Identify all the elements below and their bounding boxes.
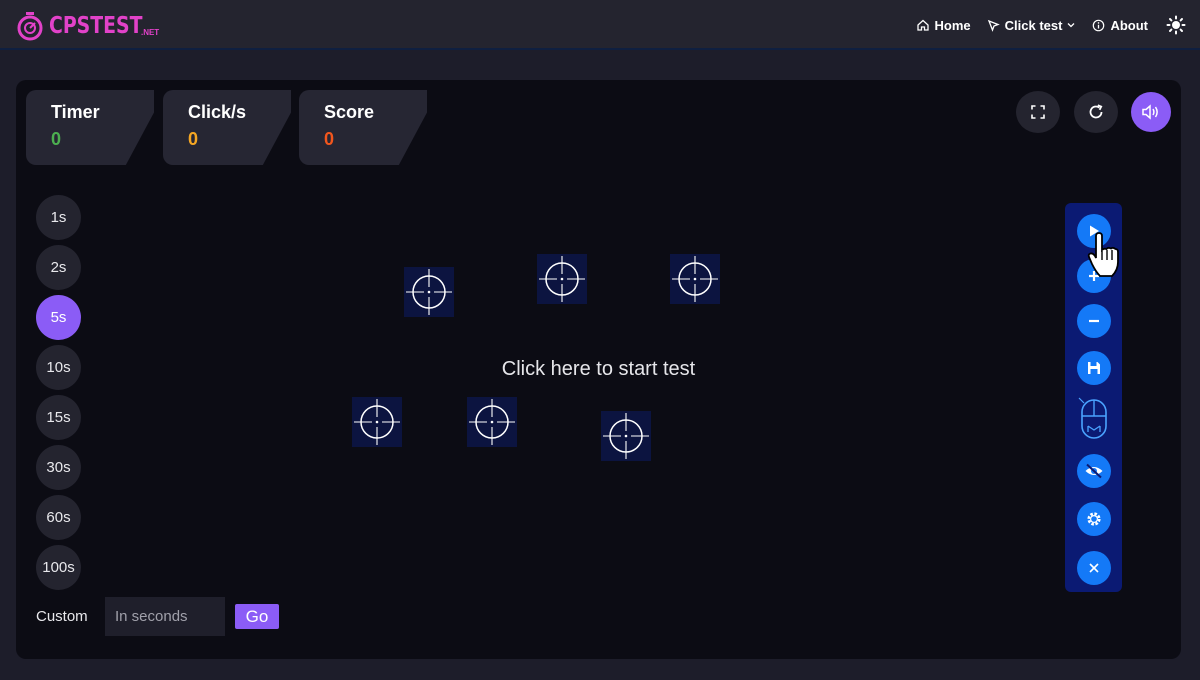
- nav-home[interactable]: Home: [916, 18, 971, 33]
- crosshair-icon: [354, 399, 400, 445]
- crosshair-icon: [469, 399, 515, 445]
- duration-2s-button[interactable]: 2s: [36, 245, 81, 290]
- nav-home-label: Home: [934, 17, 971, 33]
- mouse-icon[interactable]: [1078, 396, 1110, 442]
- restart-button[interactable]: [1074, 91, 1118, 133]
- nav-click-test-label: Click test: [1004, 17, 1063, 33]
- nav-about-label: About: [1110, 17, 1148, 33]
- cps-label: Click/s: [188, 102, 247, 122]
- chevron-down-icon: [1067, 23, 1075, 28]
- crosshair-icon: [406, 269, 452, 315]
- toggle-visibility-button[interactable]: [1077, 454, 1111, 488]
- plus-icon: [1089, 271, 1099, 281]
- duration-15s-button[interactable]: 15s: [36, 395, 81, 440]
- timer-label: Timer: [51, 102, 100, 122]
- duration-10s-button[interactable]: 10s: [36, 345, 81, 390]
- fullscreen-button[interactable]: [1016, 91, 1060, 133]
- custom-seconds-input[interactable]: [105, 597, 225, 636]
- crosshair-target[interactable]: [352, 397, 402, 447]
- crosshair-target[interactable]: [467, 397, 517, 447]
- save-icon: [1088, 362, 1100, 374]
- settings-gear-icon: [1087, 512, 1101, 526]
- close-button[interactable]: [1077, 551, 1111, 585]
- speaker-icon: [1142, 104, 1158, 120]
- cps-stat: Click/s 0: [163, 90, 291, 165]
- score-label: Score: [324, 102, 375, 122]
- navbar: CPSTEST .NET Home Click test About: [0, 0, 1200, 50]
- crosshair-icon: [539, 256, 585, 302]
- theme-toggle-button[interactable]: [1166, 15, 1186, 35]
- home-icon: [916, 19, 929, 31]
- timer-stat: Timer 0: [26, 90, 154, 165]
- remove-button[interactable]: [1077, 304, 1111, 338]
- minus-icon: [1089, 319, 1099, 323]
- add-button[interactable]: [1077, 259, 1111, 293]
- settings-button[interactable]: [1077, 502, 1111, 536]
- crosshair-target[interactable]: [670, 254, 720, 304]
- nav-click-test[interactable]: Click test: [987, 18, 1077, 33]
- sound-toggle-button[interactable]: [1131, 92, 1171, 132]
- tool-sidebar: [1065, 203, 1122, 592]
- sun-icon: [1166, 15, 1186, 35]
- save-button[interactable]: [1077, 351, 1111, 385]
- timer-value: 0: [51, 129, 62, 149]
- cursor-pointer-icon: [987, 19, 1000, 32]
- play-icon: [1090, 225, 1099, 237]
- duration-1s-button[interactable]: 1s: [36, 195, 81, 240]
- start-test-prompt[interactable]: Click here to start test: [356, 358, 841, 381]
- main-nav: Home Click test About: [916, 0, 1200, 50]
- crosshair-target[interactable]: [404, 267, 454, 317]
- crosshair-icon: [672, 256, 718, 302]
- crosshair-icon: [603, 413, 649, 459]
- duration-60s-button[interactable]: 60s: [36, 495, 81, 540]
- nav-about[interactable]: About: [1092, 18, 1148, 33]
- test-panel: Timer 0 Click/s 0 Score 0 1s 2s 5s 10s 1…: [16, 80, 1181, 659]
- crosshair-target[interactable]: [601, 411, 651, 461]
- close-icon: [1089, 563, 1099, 573]
- play-button[interactable]: [1077, 214, 1111, 248]
- custom-duration-label: Custom: [36, 608, 88, 625]
- duration-5s-button[interactable]: 5s: [36, 295, 81, 340]
- duration-30s-button[interactable]: 30s: [36, 445, 81, 490]
- site-logo[interactable]: CPSTEST .NET: [15, 9, 159, 43]
- score-stat: Score 0: [299, 90, 427, 165]
- fullscreen-icon: [1031, 105, 1045, 119]
- go-button[interactable]: Go: [235, 604, 279, 629]
- duration-100s-button[interactable]: 100s: [36, 545, 81, 590]
- crosshair-target[interactable]: [537, 254, 587, 304]
- score-value: 0: [324, 129, 335, 149]
- info-icon: [1093, 19, 1105, 31]
- logo-text: CPSTEST: [49, 12, 143, 39]
- stopwatch-logo-icon: [17, 12, 43, 41]
- logo-suffix: .NET: [140, 27, 160, 37]
- hide-eye-icon: [1085, 463, 1103, 479]
- cps-value: 0: [188, 129, 199, 149]
- refresh-icon: [1089, 104, 1103, 119]
